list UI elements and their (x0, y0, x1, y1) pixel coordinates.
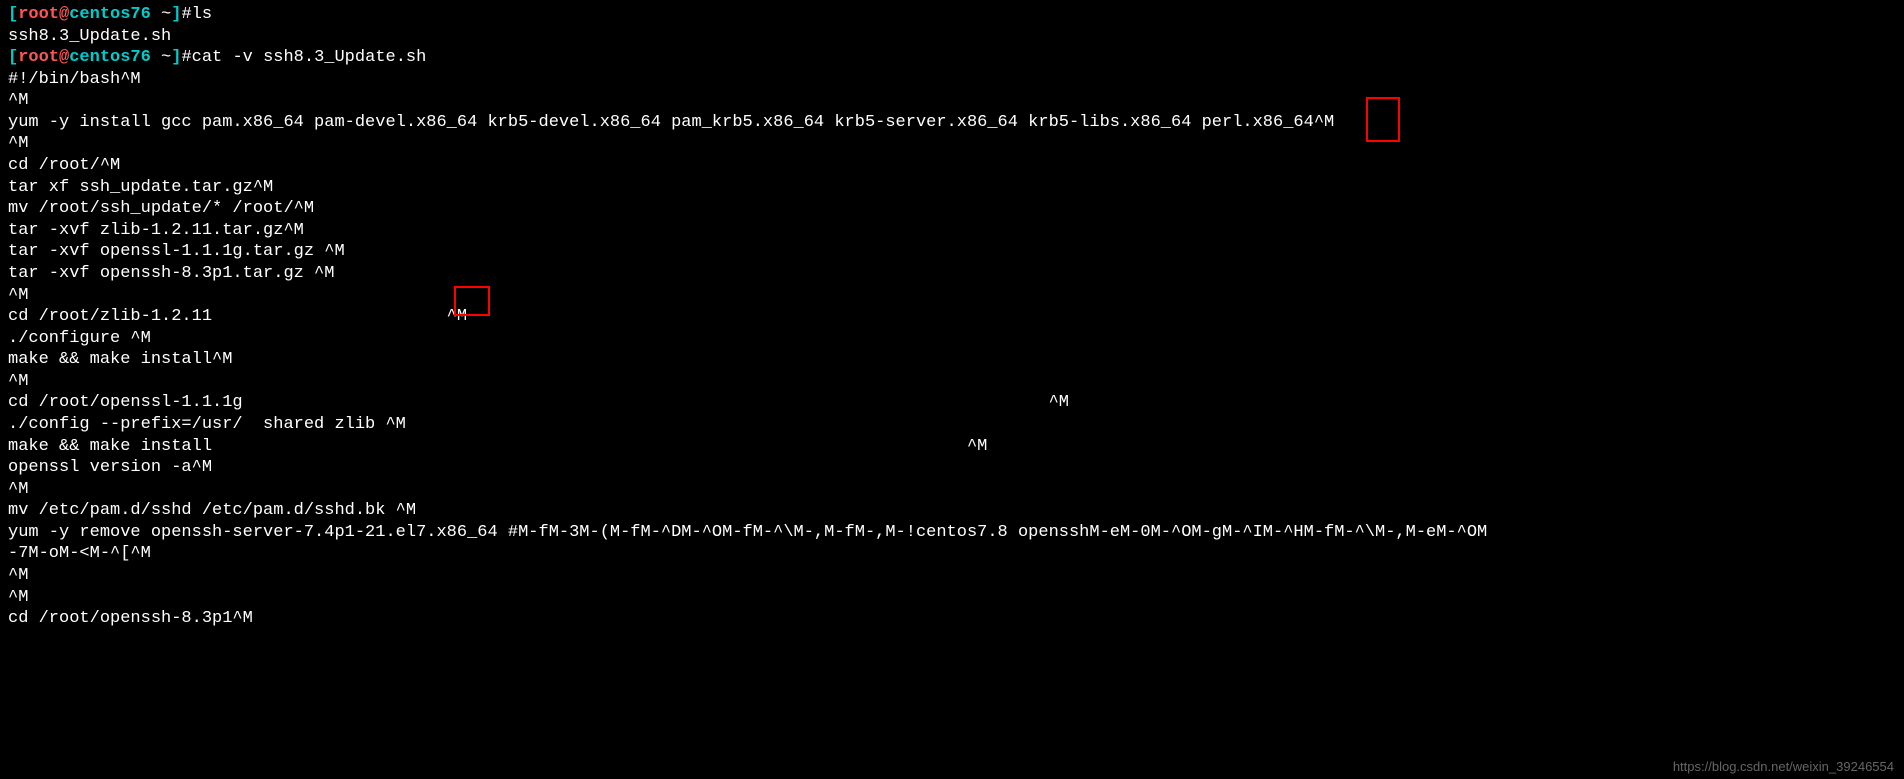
output-line: make && make install^M (8, 349, 1896, 371)
output-line: ssh8.3_Update.sh (8, 26, 1896, 48)
output-line: tar xf ssh_update.tar.gz^M (8, 177, 1896, 199)
prompt-hash: # (181, 5, 191, 24)
output-line: ^M (8, 565, 1896, 587)
output-line: cd /root/openssl-1.1.1g ^M (8, 392, 1896, 414)
command-1: ls (192, 5, 212, 24)
command-2: cat -v ssh8.3_Update.sh (192, 48, 427, 67)
bracket-close: ] (171, 48, 181, 67)
prompt-path: ~ (161, 48, 171, 67)
bracket-close: ] (171, 5, 181, 24)
prompt-user: root (18, 48, 59, 67)
output-line: cd /root/openssh-8.3p1^M (8, 608, 1896, 630)
output-line: ^M (8, 479, 1896, 501)
output-line: ./configure ^M (8, 328, 1896, 350)
prompt-line-2: [root@centos76 ~]#cat -v ssh8.3_Update.s… (8, 47, 1896, 69)
output-line: ^M (8, 587, 1896, 609)
prompt-hash: # (181, 48, 191, 67)
output-line: ./config --prefix=/usr/ shared zlib ^M (8, 414, 1896, 436)
prompt-at: @ (59, 5, 69, 24)
terminal-output[interactable]: [root@centos76 ~]#ls ssh8.3_Update.sh [r… (8, 4, 1896, 630)
output-line: ^M (8, 371, 1896, 393)
output-line: yum -y remove openssh-server-7.4p1-21.el… (8, 522, 1896, 544)
output-line: tar -xvf openssl-1.1.1g.tar.gz ^M (8, 241, 1896, 263)
prompt-space (151, 5, 161, 24)
output-line: #!/bin/bash^M (8, 69, 1896, 91)
output-line: mv /etc/pam.d/sshd /etc/pam.d/sshd.bk ^M (8, 500, 1896, 522)
output-line: tar -xvf zlib-1.2.11.tar.gz^M (8, 220, 1896, 242)
output-line: cd /root/^M (8, 155, 1896, 177)
prompt-line-1: [root@centos76 ~]#ls (8, 4, 1896, 26)
output-line: ^M (8, 133, 1896, 155)
output-line: make && make install ^M (8, 436, 1896, 458)
output-line: openssl version -a^M (8, 457, 1896, 479)
prompt-user: root (18, 5, 59, 24)
prompt-host: centos76 (69, 48, 151, 67)
output-line: cd /root/zlib-1.2.11 ^M (8, 306, 1896, 328)
watermark-text: https://blog.csdn.net/weixin_39246554 (1673, 759, 1894, 776)
output-line: -7M-oM-<M-^[^M (8, 543, 1896, 565)
prompt-host: centos76 (69, 5, 151, 24)
output-line: tar -xvf openssh-8.3p1.tar.gz ^M (8, 263, 1896, 285)
output-line: yum -y install gcc pam.x86_64 pam-devel.… (8, 112, 1896, 134)
output-line: mv /root/ssh_update/* /root/^M (8, 198, 1896, 220)
output-line: ^M (8, 90, 1896, 112)
prompt-space (151, 48, 161, 67)
prompt-at: @ (59, 48, 69, 67)
bracket-open: [ (8, 5, 18, 24)
output-line: ^M (8, 285, 1896, 307)
bracket-open: [ (8, 48, 18, 67)
prompt-path: ~ (161, 5, 171, 24)
